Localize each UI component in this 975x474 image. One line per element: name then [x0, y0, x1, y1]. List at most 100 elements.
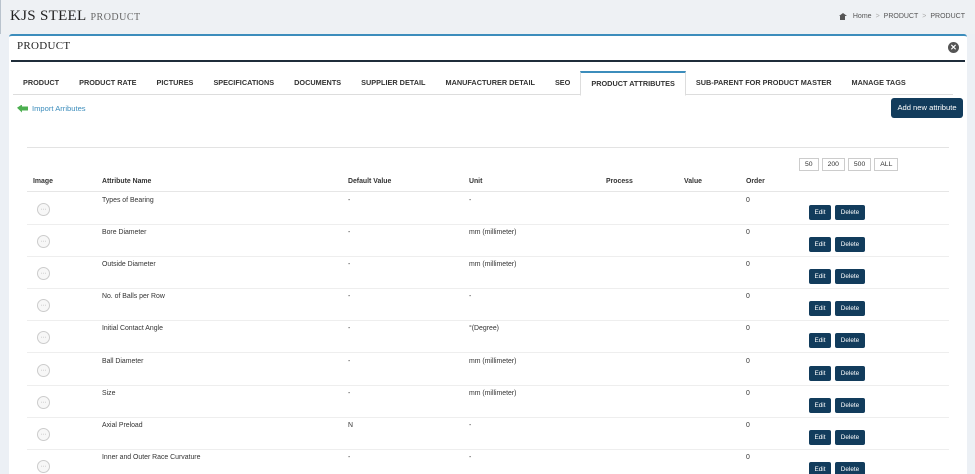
import-icon — [17, 104, 28, 113]
unit: mm (millimeter) — [469, 357, 517, 365]
attribute-name: Initial Contact Angle — [102, 325, 163, 333]
tab-product[interactable]: PRODUCT — [13, 71, 69, 95]
order: 0 — [746, 453, 750, 461]
table-row: • • • Axial Preload N - 0 Edit Delete — [27, 418, 949, 450]
delete-button[interactable]: Delete — [835, 429, 865, 445]
attribute-name: Bore Diameter — [102, 229, 147, 237]
order: 0 — [746, 229, 750, 237]
attribute-image-thumbnail: • • • — [37, 459, 50, 473]
order: 0 — [746, 325, 750, 333]
table-row: • • • Inner and Outer Race Curvature - - 0 Ed… — [27, 450, 949, 474]
edit-button[interactable]: Edit — [809, 461, 831, 474]
default-value: - — [348, 325, 351, 333]
tab-product-attributes[interactable]: PRODUCT ATTRIBUTES — [580, 71, 686, 96]
table-row: • • • Outside Diameter - mm (millimeter) 0 Ed… — [27, 257, 949, 290]
default-value: N — [348, 421, 353, 429]
unit: mm (millimeter) — [469, 229, 517, 237]
edit-button[interactable]: Edit — [809, 333, 831, 349]
unit: mm (millimeter) — [469, 389, 517, 397]
unit: - — [469, 453, 472, 461]
edit-button[interactable]: Edit — [809, 237, 831, 253]
edit-button[interactable]: Edit — [809, 205, 831, 220]
delete-button[interactable]: Delete — [835, 365, 865, 381]
attribute-image-thumbnail: • • • — [37, 363, 50, 377]
close-icon[interactable]: ✕ — [948, 42, 959, 53]
tab-product-rate[interactable]: PRODUCT RATE — [69, 71, 146, 95]
default-value: - — [348, 197, 351, 204]
page-size-selector: 50 200 500 ALL — [799, 158, 899, 171]
table-header: Image Attribute Name Default Value Unit … — [27, 174, 949, 192]
delete-button[interactable]: Delete — [835, 205, 865, 220]
page-size-option-50[interactable]: 50 — [799, 158, 819, 171]
tab-manage-tags[interactable]: MANAGE TAGS — [842, 71, 916, 95]
attribute-name: Types of Bearing — [102, 197, 154, 204]
tab-documents[interactable]: DOCUMENTS — [284, 71, 351, 95]
attribute-image-thumbnail: • • • — [37, 267, 50, 281]
breadcrumb-current: PRODUCT — [930, 13, 965, 20]
tab-manufacturer-detail[interactable]: MANUFACTURER DETAIL — [435, 71, 544, 95]
tab-seo[interactable]: SEO — [545, 71, 580, 95]
unit: - — [469, 197, 472, 204]
order: 0 — [746, 421, 750, 429]
column-header-process: Process — [606, 178, 633, 185]
edit-button[interactable]: Edit — [809, 429, 831, 445]
edit-button[interactable]: Edit — [809, 301, 831, 317]
order: 0 — [746, 293, 750, 301]
default-value: - — [348, 453, 351, 461]
column-header-order: Order — [746, 178, 765, 185]
column-header-value: Value — [684, 178, 703, 185]
order: 0 — [746, 197, 750, 204]
add-new-attribute-button[interactable]: Add new attribute — [891, 98, 963, 118]
column-header-unit: Unit — [469, 178, 483, 185]
unit: °(Degree) — [469, 325, 499, 333]
table-row: • • • Initial Contact Angle - °(Degree) 0 Edi… — [27, 321, 949, 354]
breadcrumb: Home > PRODUCT > PRODUCT — [838, 13, 965, 20]
attribute-name: Inner and Outer Race Curvature — [102, 453, 201, 461]
page-size-option-200[interactable]: 200 — [821, 158, 845, 171]
import-attributes-link[interactable]: Import Arributes — [17, 104, 86, 113]
delete-button[interactable]: Delete — [835, 301, 865, 317]
attribute-image-thumbnail: • • • — [37, 395, 50, 409]
breadcrumb-product[interactable]: PRODUCT — [884, 13, 919, 20]
edit-button[interactable]: Edit — [809, 365, 831, 381]
delete-button[interactable]: Delete — [835, 269, 865, 285]
delete-button[interactable]: Delete — [835, 237, 865, 253]
panel-title: PRODUCT — [17, 40, 71, 52]
attribute-image-thumbnail: • • • — [37, 235, 50, 249]
attribute-name: No. of Balls per Row — [102, 293, 165, 301]
tab-bar: PRODUCT PRODUCT RATE PICTURES SPECIFICATION… — [13, 71, 953, 96]
tab-supplier-detail[interactable]: SUPPLIER DETAIL — [351, 71, 435, 95]
breadcrumb-separator: > — [922, 13, 927, 20]
page-size-option-500[interactable]: 500 — [847, 158, 872, 171]
delete-button[interactable]: Delete — [835, 461, 865, 474]
edit-button[interactable]: Edit — [809, 269, 831, 285]
attribute-name: Axial Preload — [102, 421, 143, 429]
default-value: - — [348, 261, 351, 269]
column-header-default-value: Default Value — [348, 178, 392, 185]
page-title: KJS STEEL PRODUCT — [10, 8, 141, 25]
top-bar: KJS STEEL PRODUCT Home > PRODUCT > PRODUC… — [0, 0, 975, 34]
product-panel: PRODUCT ✕ PRODUCT PRODUCT RATE PICTURES SPE… — [9, 34, 967, 474]
delete-button[interactable]: Delete — [835, 333, 865, 349]
breadcrumb-separator: > — [875, 13, 880, 20]
tab-sub-parent-for-product-master[interactable]: SUB-PARENT FOR PRODUCT MASTER — [686, 71, 842, 95]
table-row: • • • Types of Bearing - - 0 Edit Delete — [27, 193, 949, 225]
divider — [27, 147, 949, 148]
attribute-image-thumbnail: • • • — [37, 203, 50, 216]
page-size-option-all[interactable]: ALL — [874, 158, 899, 171]
order: 0 — [746, 261, 750, 269]
order: 0 — [746, 389, 750, 397]
attribute-image-thumbnail: • • • — [37, 299, 50, 313]
table-row: • • • Ball Diameter - mm (millimeter) 0 Edit D… — [27, 354, 949, 386]
breadcrumb-home[interactable]: Home — [853, 13, 872, 20]
unit: mm (millimeter) — [469, 261, 517, 269]
tab-specifications[interactable]: SPECIFICATIONS — [203, 71, 284, 95]
default-value: - — [348, 293, 351, 301]
column-header-attribute-name: Attribute Name — [102, 178, 152, 185]
edit-button[interactable]: Edit — [809, 397, 831, 413]
section-name: PRODUCT — [90, 12, 141, 23]
order: 0 — [746, 357, 750, 365]
table-row: • • • No. of Balls per Row - - 0 Edit Delete — [27, 289, 949, 322]
delete-button[interactable]: Delete — [835, 397, 865, 413]
tab-pictures[interactable]: PICTURES — [147, 71, 204, 95]
